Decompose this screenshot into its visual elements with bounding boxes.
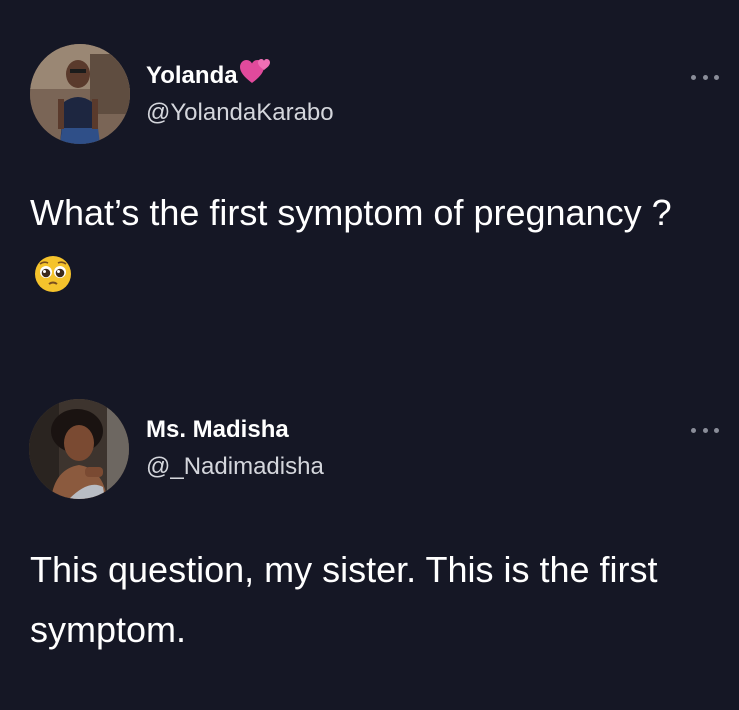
avatar[interactable] xyxy=(29,399,129,499)
tweet-text: What’s the first symptom of pregnancy ? xyxy=(30,183,690,311)
user-handle[interactable]: @YolandaKarabo xyxy=(146,99,334,127)
hearts-emoji-icon xyxy=(239,57,270,90)
tweet-card[interactable]: Ms. Madisha @_Nadimadisha This question,… xyxy=(0,360,739,710)
pleading-face-emoji-icon xyxy=(34,251,72,311)
user-names: Yolanda @YolandaKarabo xyxy=(146,58,334,127)
more-options-icon[interactable] xyxy=(691,426,719,434)
tweet-text: This question, my sister. This is the fi… xyxy=(30,540,690,660)
display-name[interactable]: Ms. Madisha xyxy=(146,416,289,444)
avatar[interactable] xyxy=(30,44,130,144)
user-handle[interactable]: @_Nadimadisha xyxy=(146,453,324,481)
tweet-card[interactable]: Yolanda @YolandaKarabo What’s the first … xyxy=(0,0,739,360)
display-name[interactable]: Yolanda xyxy=(146,62,238,90)
user-names: Ms. Madisha @_Nadimadisha xyxy=(146,416,324,481)
tweet-body: This question, my sister. This is the fi… xyxy=(30,549,658,650)
more-options-icon[interactable] xyxy=(691,73,719,81)
tweet-body: What’s the first symptom of pregnancy ? xyxy=(30,192,672,233)
